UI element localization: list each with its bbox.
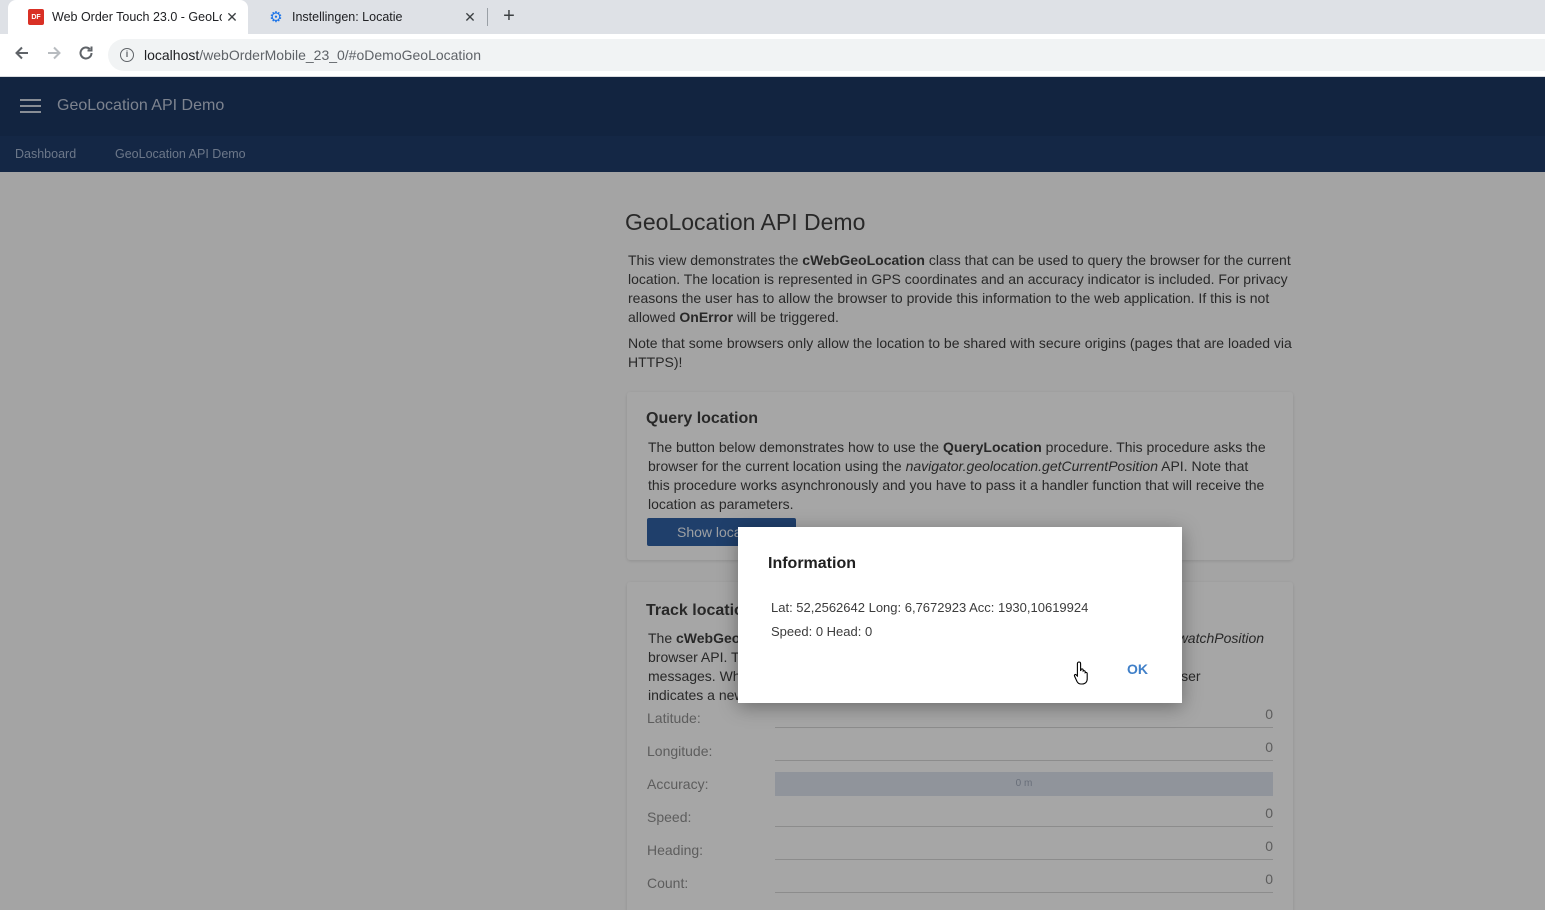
gear-icon: ⚙ <box>269 9 283 26</box>
reload-icon[interactable] <box>75 44 97 66</box>
close-icon[interactable]: ✕ <box>222 9 242 26</box>
modal-overlay <box>0 77 1545 910</box>
url-text: localhost/webOrderMobile_23_0/#oDemoGeoL… <box>144 47 481 63</box>
browser-toolbar: i localhost/webOrderMobile_23_0/#oDemoGe… <box>0 34 1545 77</box>
browser-tabstrip: DF Web Order Touch 23.0 - GeoLoca ✕ ⚙ In… <box>0 0 1545 34</box>
forward-arrow-icon[interactable] <box>43 44 65 66</box>
info-icon[interactable]: i <box>120 48 134 62</box>
information-dialog: Information Lat: 52,2562642 Long: 6,7672… <box>738 527 1182 703</box>
tab-title: Web Order Touch 23.0 - GeoLoca <box>52 10 222 24</box>
dialog-title: Information <box>768 555 856 572</box>
tab-title: Instellingen: Locatie <box>292 10 403 24</box>
tab-separator <box>487 8 488 26</box>
dialog-location-line: Lat: 52,2562642 Long: 6,7672923 Acc: 193… <box>771 600 1089 615</box>
ok-button[interactable]: OK <box>1127 661 1148 677</box>
browser-tab-web-order[interactable]: DF Web Order Touch 23.0 - GeoLoca ✕ <box>8 0 248 34</box>
new-tab-button[interactable]: + <box>497 5 521 29</box>
back-arrow-icon[interactable] <box>11 44 33 66</box>
close-icon[interactable]: ✕ <box>460 9 480 26</box>
address-bar[interactable]: i localhost/webOrderMobile_23_0/#oDemoGe… <box>108 39 1545 71</box>
browser-tab-instellingen[interactable]: ⚙ Instellingen: Locatie ✕ <box>248 0 486 34</box>
df-logo-icon: DF <box>28 9 44 25</box>
dialog-speed-line: Speed: 0 Head: 0 <box>771 624 873 639</box>
hand-pointer-cursor-icon <box>1073 661 1088 685</box>
